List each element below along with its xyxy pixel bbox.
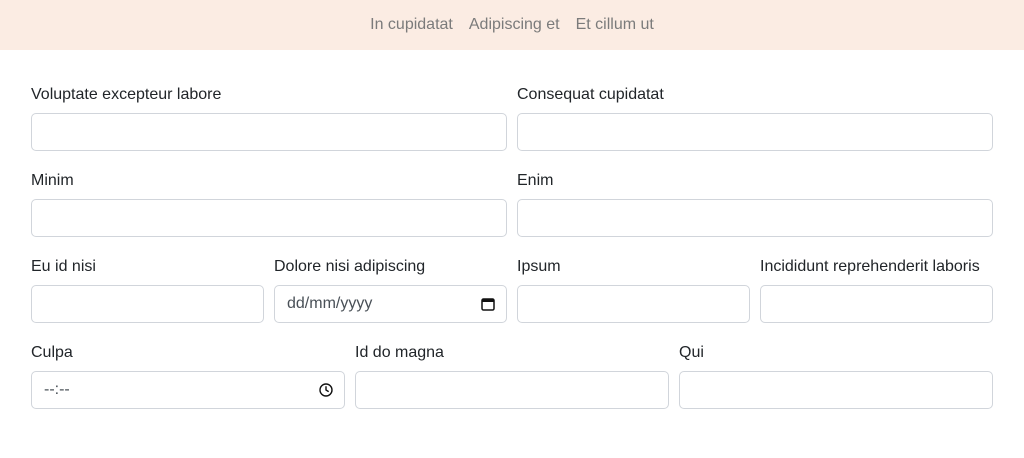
field-label: Minim — [31, 172, 74, 189]
consequat-cupidatat-input[interactable] — [517, 113, 993, 151]
eu-id-nisi-input[interactable] — [31, 285, 264, 323]
field-label: Ipsum — [517, 258, 561, 275]
time-placeholder: --:-- — [44, 381, 70, 398]
dolore-nisi-adipiscing-date-input[interactable]: dd/mm/yyyy — [274, 285, 507, 323]
culpa-time-input[interactable]: --:-- — [31, 371, 345, 409]
field-label: Eu id nisi — [31, 258, 96, 275]
ipsum-input[interactable] — [517, 285, 750, 323]
form: Voluptate excepteur labore Consequat cup… — [0, 50, 1024, 458]
calendar-icon[interactable] — [480, 296, 496, 312]
nav-link-et-cillum-ut[interactable]: Et cillum ut — [576, 16, 654, 34]
nav-link-in-cupidatat[interactable]: In cupidatat — [370, 16, 453, 34]
field-label: Dolore nisi adipiscing — [274, 258, 426, 275]
enim-input[interactable] — [517, 199, 993, 237]
qui-input[interactable] — [679, 371, 993, 409]
field-label: Incididunt reprehenderit laboris — [760, 258, 980, 275]
date-placeholder: dd/mm/yyyy — [287, 295, 373, 312]
field-label: Consequat cupidatat — [517, 86, 664, 103]
clock-icon[interactable] — [318, 382, 334, 398]
id-do-magna-input[interactable] — [355, 371, 669, 409]
minim-input[interactable] — [31, 199, 507, 237]
field-label: Id do magna — [355, 344, 444, 361]
field-label: Voluptate excepteur labore — [31, 86, 222, 103]
field-label: Enim — [517, 172, 554, 189]
nav-link-adipiscing-et[interactable]: Adipiscing et — [469, 16, 560, 34]
field-label: Culpa — [31, 344, 73, 361]
field-label: Qui — [679, 344, 704, 361]
incididunt-reprehenderit-laboris-input[interactable] — [760, 285, 993, 323]
voluptate-excepteur-labore-input[interactable] — [31, 113, 507, 151]
top-navigation: In cupidatat Adipiscing et Et cillum ut — [0, 0, 1024, 50]
